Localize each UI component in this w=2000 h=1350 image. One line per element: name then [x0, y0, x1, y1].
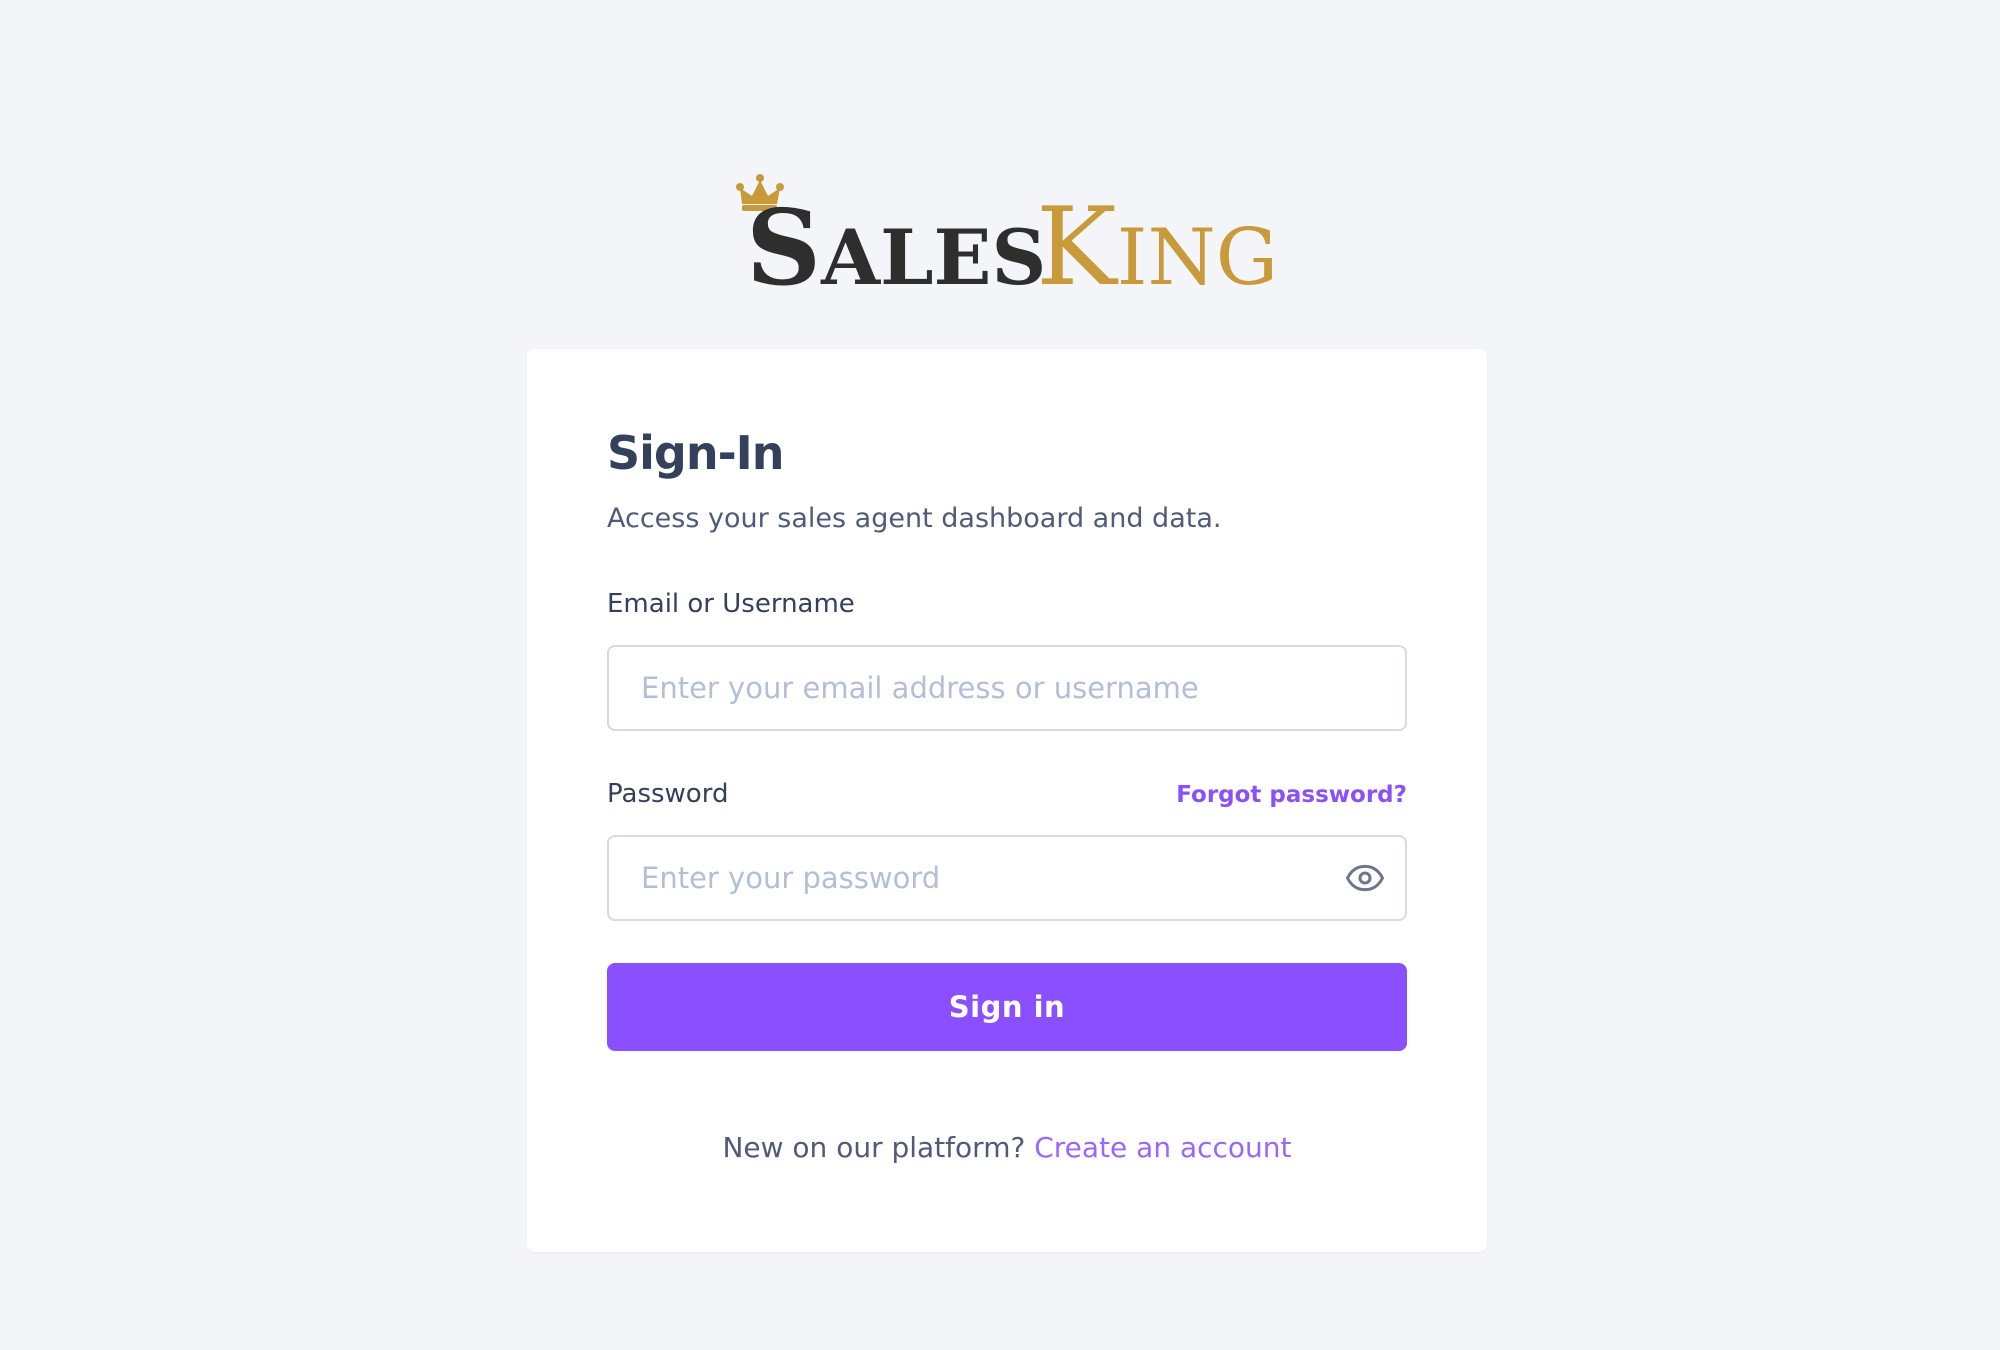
logo-sales-rest: ALES: [820, 213, 1046, 302]
email-input[interactable]: [609, 647, 1405, 729]
eye-icon[interactable]: [1345, 858, 1385, 898]
logo-sales-initial: S: [746, 186, 821, 309]
page-title: Sign-In: [607, 426, 785, 480]
email-field-label: Email or Username: [607, 589, 855, 619]
page-subtitle: Access your sales agent dashboard and da…: [607, 503, 1222, 534]
password-field-label: Password: [607, 779, 729, 809]
password-field-wrapper: [607, 835, 1407, 921]
signin-card: Sign-In Access your sales agent dashboar…: [527, 349, 1487, 1252]
create-account-link[interactable]: Create an account: [1034, 1131, 1291, 1164]
email-field-wrapper: [607, 645, 1407, 731]
forgot-password-link[interactable]: Forgot password?: [1176, 779, 1407, 811]
logo-king-rest: ING: [1117, 213, 1278, 303]
sign-in-button[interactable]: Sign in: [607, 963, 1407, 1051]
signup-prompt-text: New on our platform?: [722, 1131, 1026, 1164]
svg-text:SALES: SALES: [746, 186, 1046, 309]
password-input[interactable]: [609, 837, 1405, 919]
logo-king-initial: K: [1036, 185, 1119, 310]
brand-logo: SALES KING: [730, 168, 1300, 310]
signup-prompt: New on our platform? Create an account: [527, 1129, 1487, 1167]
svg-text:KING: KING: [1036, 185, 1278, 310]
